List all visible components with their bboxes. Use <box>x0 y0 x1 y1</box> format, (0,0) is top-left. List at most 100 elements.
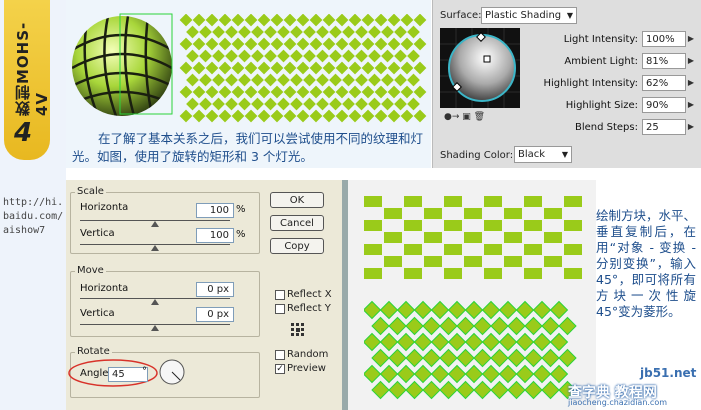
increment-arrow-icon[interactable]: ▶ <box>686 119 696 135</box>
diamond-tile <box>532 332 552 352</box>
shading-row-input[interactable]: 62% <box>642 75 686 91</box>
diamond-tile <box>490 348 509 368</box>
diamond-tile <box>439 348 458 368</box>
scale-h-unit: % <box>236 204 246 215</box>
diamond-tile <box>186 25 199 39</box>
diamond-tile <box>374 37 388 51</box>
diamond-tile <box>199 73 212 87</box>
diamond-tile <box>481 300 501 320</box>
diamond-tile <box>322 14 336 27</box>
diamond-tile <box>270 37 284 51</box>
scale-h-slider-handle[interactable] <box>151 221 159 227</box>
shading-row-input[interactable]: 90% <box>642 97 686 113</box>
shading-row-input[interactable]: 25 <box>642 119 686 135</box>
diamond-tile <box>405 316 424 336</box>
move-v-input[interactable]: 0 px <box>196 307 234 322</box>
diamond-tile <box>342 97 355 111</box>
move-h-slider-handle[interactable] <box>151 299 159 305</box>
shading-row-input[interactable]: 81% <box>642 53 686 69</box>
shading-row-label: Light Intensity: <box>563 34 638 45</box>
diamond-tile <box>335 85 349 99</box>
diamond-tile <box>413 14 427 27</box>
diamond-tile <box>322 109 336 123</box>
diamond-tile <box>231 85 245 99</box>
diamond-tile <box>413 109 427 123</box>
light-buttons[interactable]: ●→ ▣ 🗑 <box>444 112 514 122</box>
diamond-tile <box>322 37 336 51</box>
diamond-tile <box>387 85 401 99</box>
strip-number: 4 <box>14 118 33 148</box>
diamond-tile <box>532 364 552 384</box>
square-tile <box>464 232 482 243</box>
diamond-tile <box>400 37 414 51</box>
shading-color-select[interactable]: Black ▼ <box>514 146 572 163</box>
diamond-tile <box>498 332 518 352</box>
diamond-tile <box>218 109 232 123</box>
diamond-tile <box>364 364 382 384</box>
diamond-tile <box>225 97 238 111</box>
square-diamond-artwork <box>364 196 582 400</box>
reference-point-icon[interactable] <box>290 322 306 338</box>
diamond-tile <box>430 300 450 320</box>
scale-v-slider-handle[interactable] <box>151 245 159 251</box>
diamond-tile <box>413 332 433 352</box>
move-v-slider-handle[interactable] <box>151 325 159 331</box>
ok-button[interactable]: OK <box>270 192 324 208</box>
diamond-tile <box>388 316 407 336</box>
surface-select[interactable]: Plastic Shading ▼ <box>481 7 577 24</box>
diamond-tile <box>456 380 475 400</box>
move-h-input[interactable]: 0 px <box>196 282 234 297</box>
preview-label: Preview <box>287 363 326 374</box>
diamond-tile <box>379 332 399 352</box>
diamond-tile <box>329 73 342 87</box>
diamond-tile <box>524 380 543 400</box>
diamond-tile <box>296 14 310 27</box>
square-tile <box>524 268 542 279</box>
increment-arrow-icon[interactable]: ▶ <box>686 53 696 69</box>
diamond-tile <box>225 49 238 63</box>
diamond-tile <box>400 85 414 99</box>
diamond-tile <box>456 316 475 336</box>
diamond-tile <box>400 14 414 27</box>
diamond-tile <box>447 364 467 384</box>
square-tile <box>444 268 462 279</box>
diamond-tile <box>264 49 277 63</box>
diamond-tile <box>283 14 297 27</box>
diamond-tile <box>283 85 297 99</box>
scale-v-input[interactable]: 100 <box>196 228 234 243</box>
degree-symbol: ° <box>142 366 147 377</box>
angle-dial[interactable] <box>158 358 186 386</box>
diamond-tile <box>179 14 193 27</box>
diamond-tile <box>238 25 251 39</box>
reflect-x-checkbox[interactable] <box>275 290 285 300</box>
diamond-tile <box>464 300 484 320</box>
diamond-tile <box>381 25 394 39</box>
diamond-tile <box>192 14 206 27</box>
increment-arrow-icon[interactable]: ▶ <box>686 75 696 91</box>
diamond-tile <box>464 332 484 352</box>
diamond-tile <box>257 85 271 99</box>
scale-h-input[interactable]: 100 <box>196 203 234 218</box>
random-checkbox[interactable] <box>275 350 285 360</box>
diamond-tile <box>205 14 219 27</box>
diamond-tile <box>394 25 407 39</box>
light-preview[interactable] <box>440 28 520 108</box>
preview-checkbox[interactable]: ✓ <box>275 364 285 374</box>
diamond-tile <box>368 97 381 111</box>
diamond-tile <box>413 364 433 384</box>
diamond-tile <box>231 14 245 27</box>
increment-arrow-icon[interactable]: ▶ <box>686 97 696 113</box>
copy-button[interactable]: Copy <box>270 238 324 254</box>
cancel-button[interactable]: Cancel <box>270 215 324 231</box>
diamond-tile <box>447 300 467 320</box>
diamond-tile <box>490 380 509 400</box>
reflect-y-checkbox[interactable] <box>275 304 285 314</box>
diamond-tile <box>388 348 407 368</box>
diamond-tile <box>361 85 375 99</box>
diamond-tile <box>388 380 407 400</box>
shading-row-input[interactable]: 100% <box>642 31 686 47</box>
diamond-tile <box>212 49 225 63</box>
increment-arrow-icon[interactable]: ▶ <box>686 31 696 47</box>
diamond-tile <box>186 49 199 63</box>
diamond-tile <box>296 37 310 51</box>
